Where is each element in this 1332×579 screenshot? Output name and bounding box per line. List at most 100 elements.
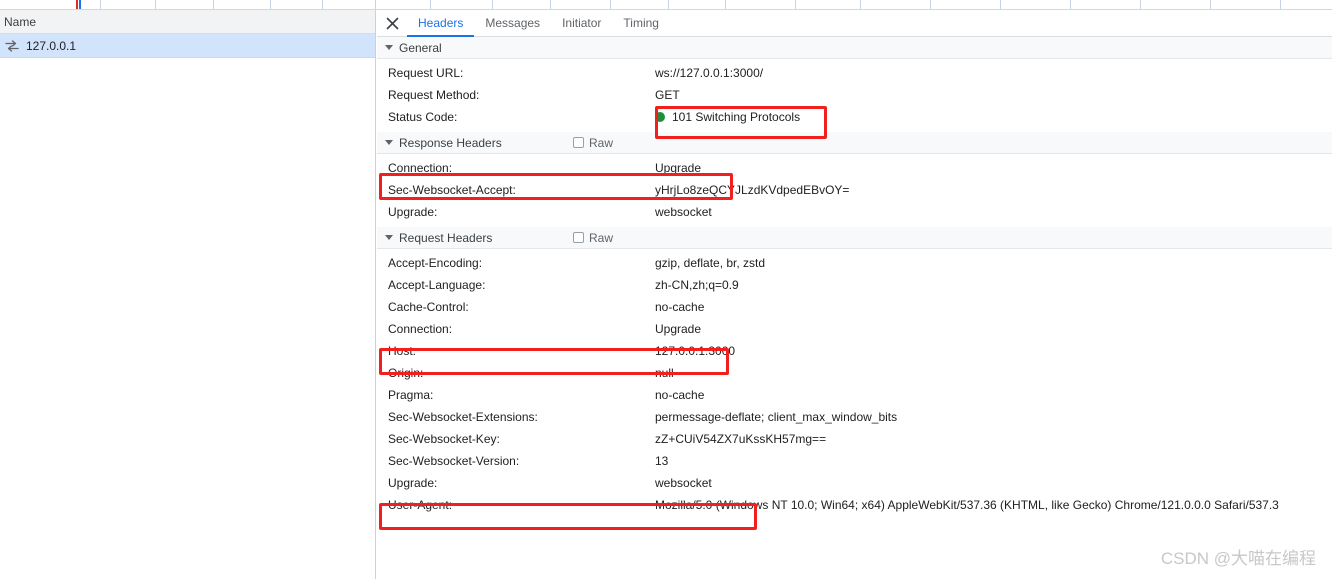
column-divider[interactable] [550,0,551,9]
header-key: Accept-Language: [388,278,486,292]
header-row[interactable]: Sec-Websocket-Extensions: permessage-defl… [377,406,1332,428]
request-list-item-label: 127.0.0.1 [26,38,77,53]
header-value: permessage-deflate; client_max_window_bi… [655,410,898,424]
header-value: zh-CN,zh;q=0.9 [655,278,739,292]
status-ok-dot-icon [655,112,665,122]
section-rows-general: Request URL: ws://127.0.0.1:3000/Request … [377,59,1332,132]
column-divider[interactable] [930,0,931,9]
header-row[interactable]: Sec-Websocket-Key: zZ+CUiV54ZX7uKssKH57mg… [377,428,1332,450]
header-value: gzip, deflate, br, zstd [655,256,766,270]
section-rows-response-headers: Connection: Upgrade Sec-Websocket-Accept: y… [377,154,1332,227]
column-divider[interactable] [610,0,611,9]
header-value: no-cache [655,300,705,314]
column-divider[interactable] [795,0,796,9]
request-list-rows: 127.0.0.1 [0,34,375,58]
raw-label: Raw [589,230,614,245]
tab-headers[interactable]: Headers [407,10,475,37]
column-divider[interactable] [270,0,271,9]
raw-checkbox[interactable] [573,137,584,148]
close-icon[interactable] [377,10,407,36]
header-key: Sec-Websocket-Extensions: [388,410,538,424]
header-key: Status Code: [388,110,458,124]
header-value: 13 [655,454,669,468]
timeline-tick-red [76,0,78,9]
header-key: Connection: [388,322,453,336]
header-value: Upgrade [655,161,702,175]
column-divider[interactable] [1210,0,1211,9]
raw-toggle[interactable]: Raw [573,231,613,245]
column-divider[interactable] [322,0,323,9]
section-header-response-headers[interactable]: Response Headers Raw [377,132,1332,154]
section-header-general[interactable]: General [377,37,1332,59]
header-value: websocket [655,476,712,490]
header-key: Sec-Websocket-Version: [388,454,520,468]
tab-messages[interactable]: Messages [474,10,551,37]
details-tab-bar: Headers Messages Initiator Timing [377,10,1332,37]
column-divider[interactable] [668,0,669,9]
header-row[interactable]: Sec-Websocket-Accept: yHrjLo8zeQCYJLzdKVd… [377,179,1332,201]
header-row[interactable]: Upgrade: websocket [377,201,1332,223]
tab-timing[interactable]: Timing [612,10,670,37]
request-list-header: Name [0,10,375,34]
header-row[interactable]: Host: 127.0.0.1:3000 [377,340,1332,362]
column-divider[interactable] [1140,0,1141,9]
watermark: CSDN @大喵在编程 [1160,549,1316,568]
websocket-icon [5,39,19,52]
column-divider[interactable] [155,0,156,9]
header-row[interactable]: Request Method: GET [377,84,1332,106]
column-divider[interactable] [100,0,101,9]
header-key: User-Agent: [388,498,453,512]
column-divider[interactable] [1280,0,1281,9]
raw-label: Raw [589,135,614,150]
section-title: General [399,40,442,55]
tab-initiator[interactable]: Initiator [551,10,612,37]
header-key: Sec-Websocket-Key: [388,432,500,446]
header-row[interactable]: Accept-Language: zh-CN,zh;q=0.9 [377,274,1332,296]
header-row[interactable]: Pragma: no-cache [377,384,1332,406]
header-row[interactable]: Connection: Upgrade [377,318,1332,340]
header-value: Mozilla/5.0 (Windows NT 10.0; Win64; x64… [655,498,1279,512]
header-row[interactable]: Status Code: 101 Switching Protocols [377,106,1332,128]
request-list-panel: Name 127.0.0.1 [0,10,376,579]
header-row[interactable]: Upgrade: websocket [377,472,1332,494]
header-value: zZ+CUiV54ZX7uKssKH57mg== [655,432,827,446]
headers-sections: General Request URL: ws://127.0.0.1:3000/R… [377,37,1332,520]
header-row[interactable]: Cache-Control: no-cache [377,296,1332,318]
header-value: ws://127.0.0.1:3000/ [655,66,764,80]
header-key: Sec-Websocket-Accept: [388,183,516,197]
header-key: Origin: [388,366,424,380]
column-divider[interactable] [860,0,861,9]
column-divider[interactable] [430,0,431,9]
raw-toggle[interactable]: Raw [573,136,613,150]
header-row[interactable]: Request URL: ws://127.0.0.1:3000/ [377,62,1332,84]
header-value: websocket [655,205,712,219]
status-code-text: 101 Switching Protocols [672,110,801,124]
caret-down-icon[interactable] [385,45,393,50]
header-row[interactable]: Accept-Encoding: gzip, deflate, br, zstd [377,252,1332,274]
column-divider[interactable] [1070,0,1071,9]
request-details-panel: Headers Messages Initiator Timing General Re… [377,10,1332,579]
header-value: 101 Switching Protocols [655,110,800,124]
tabs-container: Headers Messages Initiator Timing [407,10,670,37]
header-value: Upgrade [655,322,702,336]
header-row[interactable]: User-Agent: Mozilla/5.0 (Windows NT 10.0;… [377,494,1332,516]
column-divider[interactable] [213,0,214,9]
request-list-item[interactable]: 127.0.0.1 [0,34,375,58]
header-key: Host: [388,344,417,358]
column-header-name[interactable]: Name [0,15,36,29]
column-divider[interactable] [492,0,493,9]
header-key: Request URL: [388,66,464,80]
header-key: Cache-Control: [388,300,469,314]
caret-down-icon[interactable] [385,235,393,240]
header-row[interactable]: Connection: Upgrade [377,157,1332,179]
column-divider[interactable] [1000,0,1001,9]
timeline-tick-blue [79,0,81,9]
column-divider[interactable] [725,0,726,9]
raw-checkbox[interactable] [573,232,584,243]
caret-down-icon[interactable] [385,140,393,145]
column-divider[interactable] [375,0,376,9]
header-key: Accept-Encoding: [388,256,483,270]
header-row[interactable]: Sec-Websocket-Version: 13 [377,450,1332,472]
section-header-request-headers[interactable]: Request Headers Raw [377,227,1332,249]
header-row[interactable]: Origin: null [377,362,1332,384]
